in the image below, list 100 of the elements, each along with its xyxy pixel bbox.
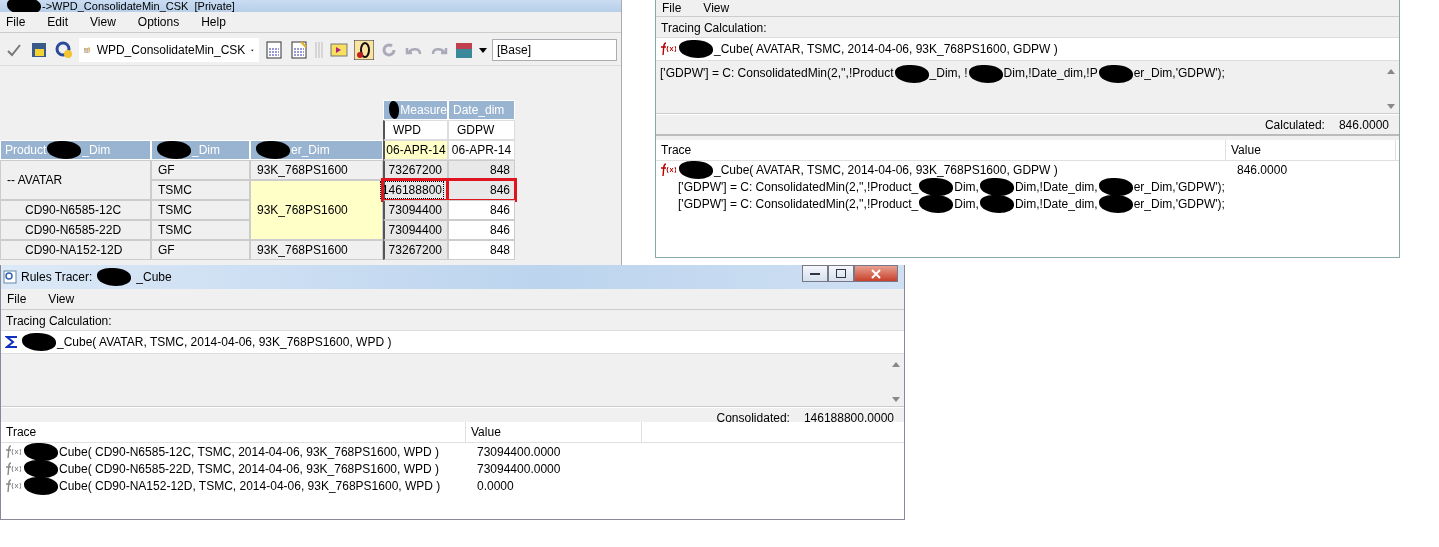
redaction-mark xyxy=(979,194,1014,213)
section-label: Tracing Calculation: xyxy=(5,313,113,330)
sum-icon xyxy=(5,335,19,349)
window-title: _Cube xyxy=(136,270,172,284)
redaction-mark xyxy=(1098,65,1133,83)
scroll-up-icon[interactable] xyxy=(1387,69,1395,74)
menu-item[interactable]: File xyxy=(6,15,26,29)
dimension-label: Measure xyxy=(400,103,447,117)
dimension-label: er_Dim xyxy=(291,143,330,157)
rule-text: ['GDPW'] = C: ConsolidatedMin(2,'',!Product_ xyxy=(678,196,919,211)
close-icon xyxy=(871,268,881,279)
scroll-down-icon[interactable] xyxy=(892,397,900,402)
value-cell[interactable]: 846 xyxy=(448,180,515,200)
result-value: 846.0000 xyxy=(1338,117,1389,132)
scroll-down-icon[interactable] xyxy=(1387,104,1395,109)
result-label: Calculated: xyxy=(1264,117,1325,132)
redaction-mark xyxy=(968,65,1003,83)
menu-item[interactable]: Help xyxy=(201,15,226,29)
dimension-label: _Dim xyxy=(192,143,220,157)
row-header: CD90-N6585-22D xyxy=(0,220,151,240)
chart-icon[interactable] xyxy=(454,40,474,60)
minimize-button[interactable] xyxy=(802,265,828,282)
row-header: 93K_768PS1600 xyxy=(250,160,383,180)
value-cell[interactable]: 846 xyxy=(448,200,515,220)
rule-text: er_Dim,'GDPW'); xyxy=(1133,196,1225,211)
row-header: TSMC xyxy=(151,220,250,240)
column-header: 06-APR-14 xyxy=(448,140,515,160)
trace-value: 846.0000 xyxy=(1236,162,1288,177)
column-header[interactable]: Trace xyxy=(1,422,466,442)
column-header: 06-APR-14 xyxy=(383,140,448,160)
redaction-mark xyxy=(1098,194,1133,213)
calculation-text: _Cube( AVATAR, TSMC, 2014-04-06, 93K_768PS1600, GDPW ) xyxy=(714,42,1058,56)
toolbar-grip-icon xyxy=(314,40,324,60)
column-header: GDPW xyxy=(448,120,515,140)
maximize-icon xyxy=(836,269,846,278)
menu-item[interactable]: File xyxy=(662,1,682,15)
close-button[interactable] xyxy=(854,265,898,282)
value-cell[interactable]: 848 xyxy=(448,160,515,180)
calculation-text: _Cube( AVATAR, TSMC, 2014-04-06, 93K_768PS1600, WPD ) xyxy=(57,335,392,349)
calculator-icon[interactable] xyxy=(289,40,309,60)
rule-text: ['GDPW'] = C: ConsolidatedMin(2,'',!Product_ xyxy=(678,179,919,194)
trace-value: 0.0000 xyxy=(476,478,514,493)
column-header[interactable]: Value xyxy=(1226,140,1396,160)
menu-item[interactable]: Edit xyxy=(47,15,69,29)
redaction-mark xyxy=(894,65,929,83)
value-cell[interactable]: 846 xyxy=(448,220,515,240)
function-icon xyxy=(5,478,21,493)
redaction-mark xyxy=(97,268,132,286)
magnifier-icon xyxy=(3,270,17,284)
menu-item[interactable]: File xyxy=(7,292,27,306)
function-icon xyxy=(5,461,21,476)
result-value: 146188800.0000 xyxy=(803,410,894,425)
row-header: TSMC xyxy=(151,180,250,200)
trace-text: Cube( CD90-N6585-22D, TSMC, 2014-04-06, 93K_768PS1600, WPD ) xyxy=(59,461,439,476)
trace-text: _Cube( AVATAR, TSMC, 2014-04-06, 93K_768PS1600, GDPW ) xyxy=(714,162,1058,177)
window-title: ->WPD_ConsolidateMin_CSK [Private] xyxy=(42,0,235,12)
column-header: WPD xyxy=(383,120,448,140)
menu-item[interactable]: View xyxy=(703,1,730,15)
column-header[interactable]: Trace xyxy=(656,140,1226,160)
function-icon xyxy=(660,162,676,177)
row-header: TSMC xyxy=(151,200,250,220)
value-cell[interactable]: 73267200 xyxy=(383,160,448,180)
rule-text: Dim,!Date_dim, xyxy=(1014,196,1098,211)
dimension-label: _Dim xyxy=(82,143,111,157)
value-cell[interactable]: 73267200 xyxy=(383,240,448,260)
redaction-mark xyxy=(919,177,954,196)
menu-item[interactable]: View xyxy=(48,292,75,306)
value-cell[interactable]: 73094400 xyxy=(383,200,448,220)
zero-icon[interactable] xyxy=(354,40,374,60)
column-header[interactable]: Value xyxy=(466,422,642,442)
calculator-icon[interactable] xyxy=(264,40,284,60)
maximize-button[interactable] xyxy=(828,265,854,282)
dimension-label: Product xyxy=(5,143,47,157)
function-icon xyxy=(660,42,676,56)
trace-value: 73094400.0000 xyxy=(476,444,561,459)
row-header: 93K_768PS1600 xyxy=(250,240,383,260)
trace-text: Cube( CD90-NA152-12D, TSMC, 2014-04-06, 93K_768PS1600, WPD ) xyxy=(59,478,441,493)
subset-field[interactable]: [Base] xyxy=(492,39,617,61)
redaction-mark xyxy=(47,141,82,159)
redaction-mark xyxy=(919,194,954,213)
row-header: GF xyxy=(151,240,250,260)
value-cell[interactable]: 848 xyxy=(448,240,515,260)
trace-value: 73094400.0000 xyxy=(476,461,561,476)
row-header: -- AVATAR xyxy=(0,160,151,200)
redaction-mark xyxy=(979,177,1014,196)
rule-text: Dim, xyxy=(954,179,979,194)
save-icon[interactable] xyxy=(29,40,49,60)
menu-item[interactable]: Options xyxy=(137,15,180,29)
scroll-up-icon[interactable] xyxy=(892,362,900,367)
menu-item[interactable]: View xyxy=(90,15,116,29)
dimension-label: Date_dim xyxy=(453,103,505,117)
view-dropdown[interactable]: WPD_ConsolidateMin_CSK xyxy=(79,38,259,62)
row-header: GF xyxy=(151,160,250,180)
value-cell[interactable]: 73094400 xyxy=(383,220,448,240)
rule-text: er_Dim,'GDPW'); xyxy=(1133,179,1225,194)
rule-text: Dim,!Date_dim,!P xyxy=(1003,66,1098,81)
rule-text: Dim, xyxy=(954,196,979,211)
rule-text: _Dim, ! xyxy=(929,66,968,81)
result-label: Consolidated: xyxy=(716,410,790,425)
row-header: CD90-NA152-12D xyxy=(0,240,151,260)
